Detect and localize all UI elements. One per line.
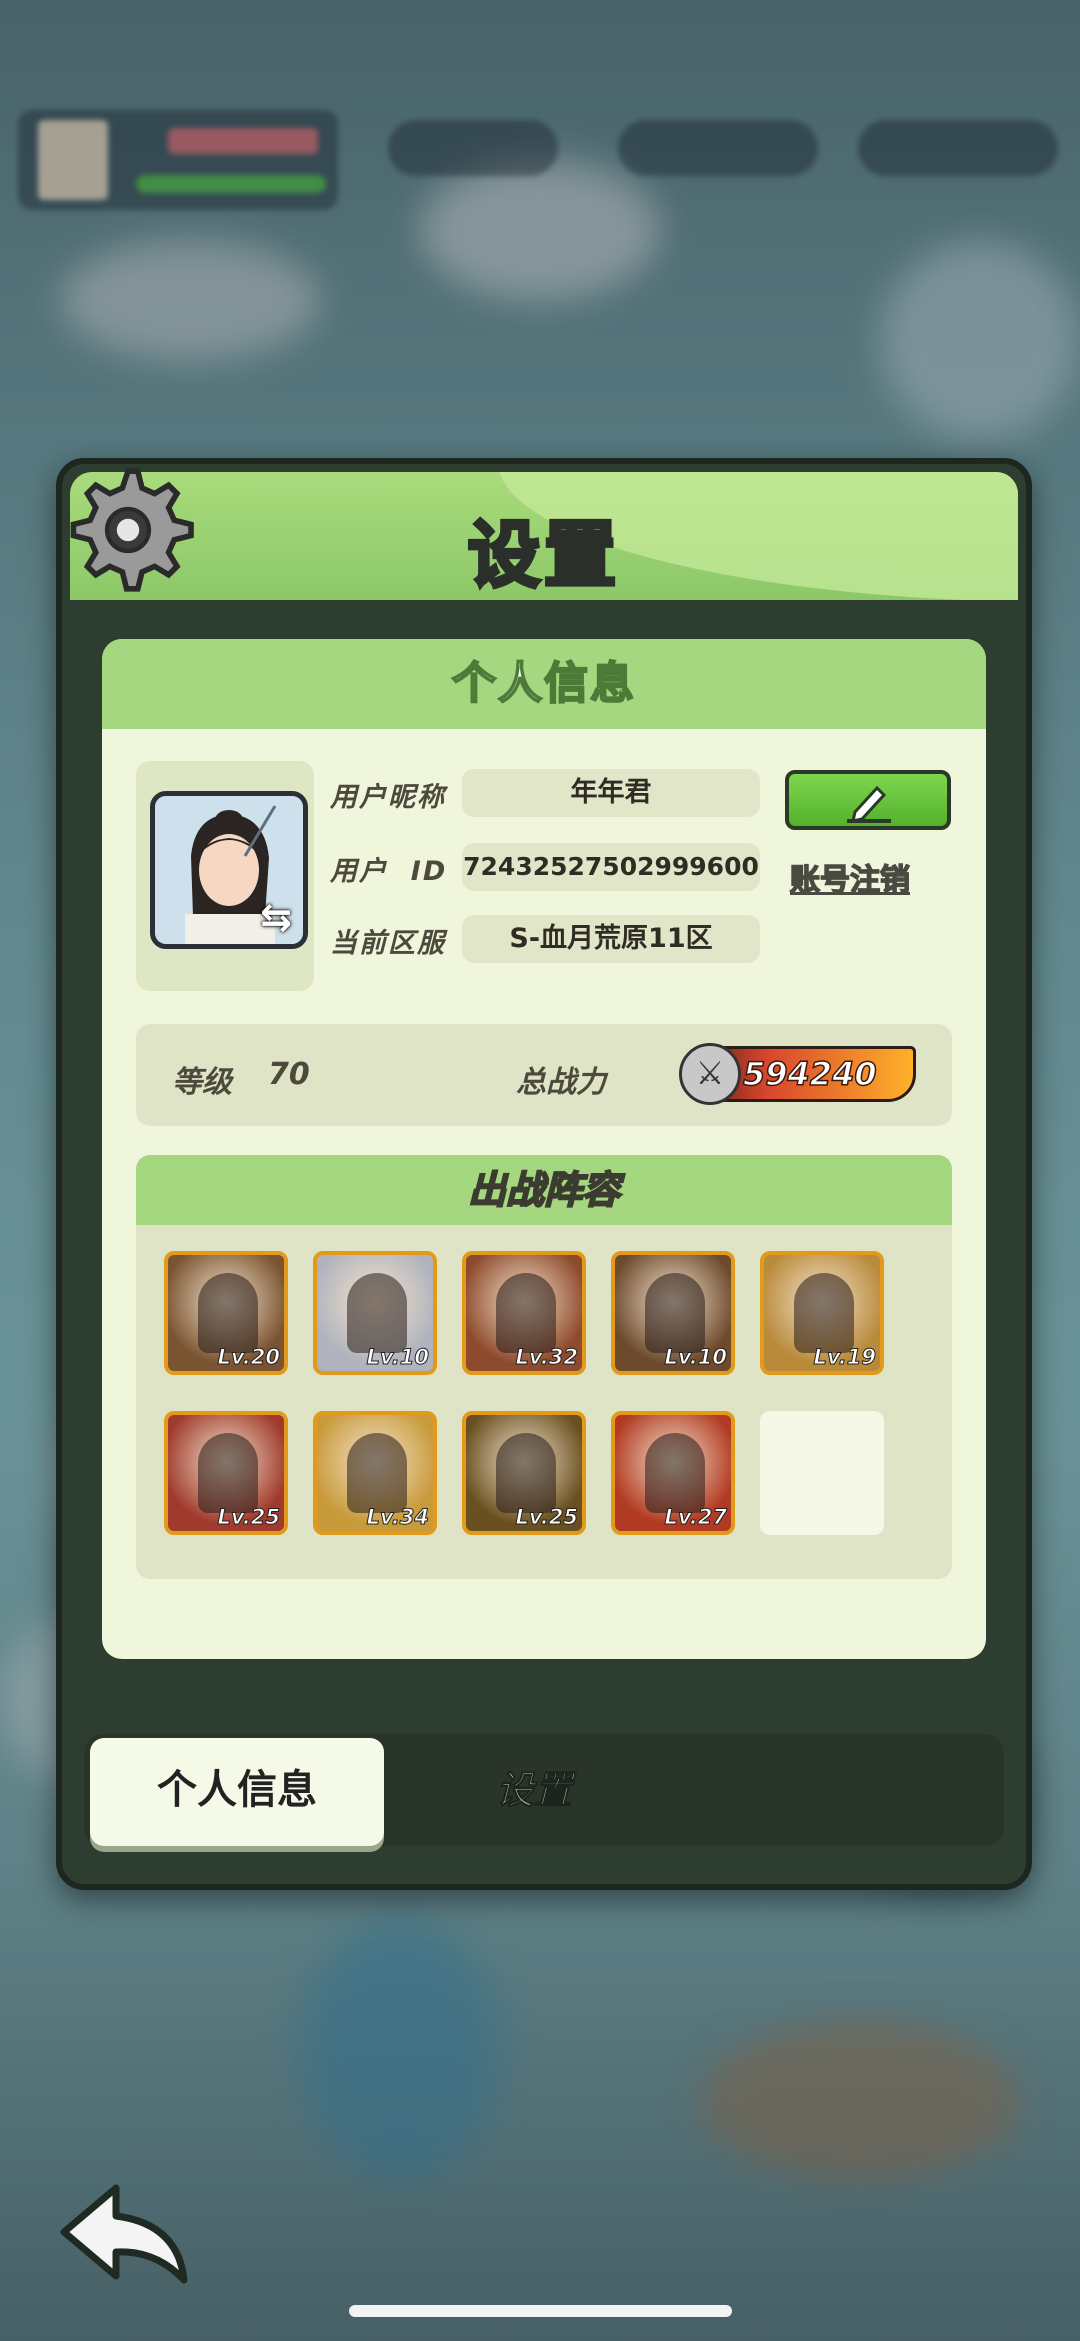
hud-name-bar bbox=[168, 128, 318, 154]
hero-level: Lv.19 bbox=[813, 1345, 877, 1370]
swap-avatar-icon[interactable]: ⇆ bbox=[255, 896, 297, 938]
team-lineup: 出战阵容 Lv.20 Lv.10 Lv.32 Lv.10 Lv.19 Lv.25 Lv.34… bbox=[136, 1155, 952, 1579]
gear-icon bbox=[70, 468, 194, 592]
settings-dialog: 设置 个人信息 ⇆ 用户昵称 年年君 用户 ID 724325275029996… bbox=[56, 458, 1032, 1890]
hero-portrait bbox=[645, 1273, 705, 1353]
hero-slot[interactable]: Lv.34 bbox=[313, 1411, 437, 1535]
hero-slot[interactable]: Lv.27 bbox=[611, 1411, 735, 1535]
tab-bar: 个人信息 设置 bbox=[84, 1734, 1004, 1846]
hud-resource-1 bbox=[388, 120, 558, 176]
team-title: 出战阵容 bbox=[136, 1155, 952, 1225]
stats-row: 等级 70 总战力 ⚔ 594240 bbox=[136, 1024, 952, 1126]
hud-player-card bbox=[18, 110, 338, 210]
hero-level: Lv.10 bbox=[366, 1345, 430, 1370]
hero-slot[interactable]: Lv.20 bbox=[164, 1251, 288, 1375]
server-value: S-血月荒原11区 bbox=[462, 915, 760, 963]
pencil-icon bbox=[847, 785, 891, 823]
hero-portrait bbox=[794, 1273, 854, 1353]
hero-level: Lv.27 bbox=[664, 1505, 728, 1530]
hero-slot[interactable]: Lv.25 bbox=[164, 1411, 288, 1535]
home-indicator[interactable] bbox=[349, 2305, 732, 2317]
level-label: 等级 bbox=[172, 1065, 232, 1100]
hero-level: Lv.10 bbox=[664, 1345, 728, 1370]
hero-level: Lv.25 bbox=[217, 1505, 281, 1530]
back-arrow-icon[interactable] bbox=[56, 2180, 196, 2290]
tab-personal-info[interactable]: 个人信息 bbox=[90, 1738, 384, 1846]
hero-portrait bbox=[496, 1273, 556, 1353]
hero-portrait bbox=[496, 1433, 556, 1513]
hero-portrait bbox=[347, 1273, 407, 1353]
user-id-label: 用户 ID bbox=[330, 856, 448, 887]
level-value: 70 bbox=[268, 1057, 310, 1092]
hero-level: Lv.34 bbox=[366, 1505, 430, 1530]
panel-title: 个人信息 bbox=[102, 639, 986, 729]
hero-slot[interactable]: Lv.32 bbox=[462, 1251, 586, 1375]
hero-level: Lv.20 bbox=[217, 1345, 281, 1370]
dialog-header: 设置 bbox=[70, 472, 1018, 600]
hud-avatar bbox=[38, 120, 108, 200]
hero-level: Lv.32 bbox=[515, 1345, 579, 1370]
hud-resource-3 bbox=[858, 120, 1058, 176]
account-deletion-link[interactable]: 账号注销 bbox=[789, 855, 911, 899]
hero-slot[interactable]: Lv.10 bbox=[611, 1251, 735, 1375]
hero-portrait bbox=[347, 1433, 407, 1513]
dialog-title: 设置 bbox=[466, 511, 620, 599]
edit-nickname-button[interactable] bbox=[785, 770, 951, 830]
power-value: 594240 bbox=[742, 1054, 877, 1094]
power-label: 总战力 bbox=[516, 1065, 606, 1100]
top-hud bbox=[18, 110, 1058, 220]
nickname-label: 用户昵称 bbox=[330, 782, 446, 813]
hero-slot[interactable]: Lv.10 bbox=[313, 1251, 437, 1375]
tab-settings[interactable]: 设置 bbox=[384, 1738, 684, 1842]
nickname-value: 年年君 bbox=[462, 769, 760, 817]
power-badge: ⚔ 594240 bbox=[679, 1043, 916, 1105]
hero-level: Lv.25 bbox=[515, 1505, 579, 1530]
hero-portrait bbox=[198, 1273, 258, 1353]
crossed-swords-icon: ⚔ bbox=[679, 1043, 741, 1105]
hud-exp-bar bbox=[136, 175, 326, 193]
personal-info-panel: 个人信息 ⇆ 用户昵称 年年君 用户 ID 72432527502999600 bbox=[102, 639, 986, 1659]
hero-portrait bbox=[645, 1433, 705, 1513]
avatar[interactable]: ⇆ bbox=[150, 791, 308, 949]
hero-portrait bbox=[198, 1433, 258, 1513]
hud-resource-2 bbox=[618, 120, 818, 176]
user-id-value: 72432527502999600 bbox=[462, 843, 760, 891]
hero-slot[interactable]: Lv.25 bbox=[462, 1411, 586, 1535]
empty-hero-slot[interactable] bbox=[760, 1411, 884, 1535]
server-label: 当前区服 bbox=[330, 928, 446, 959]
hero-slot[interactable]: Lv.19 bbox=[760, 1251, 884, 1375]
